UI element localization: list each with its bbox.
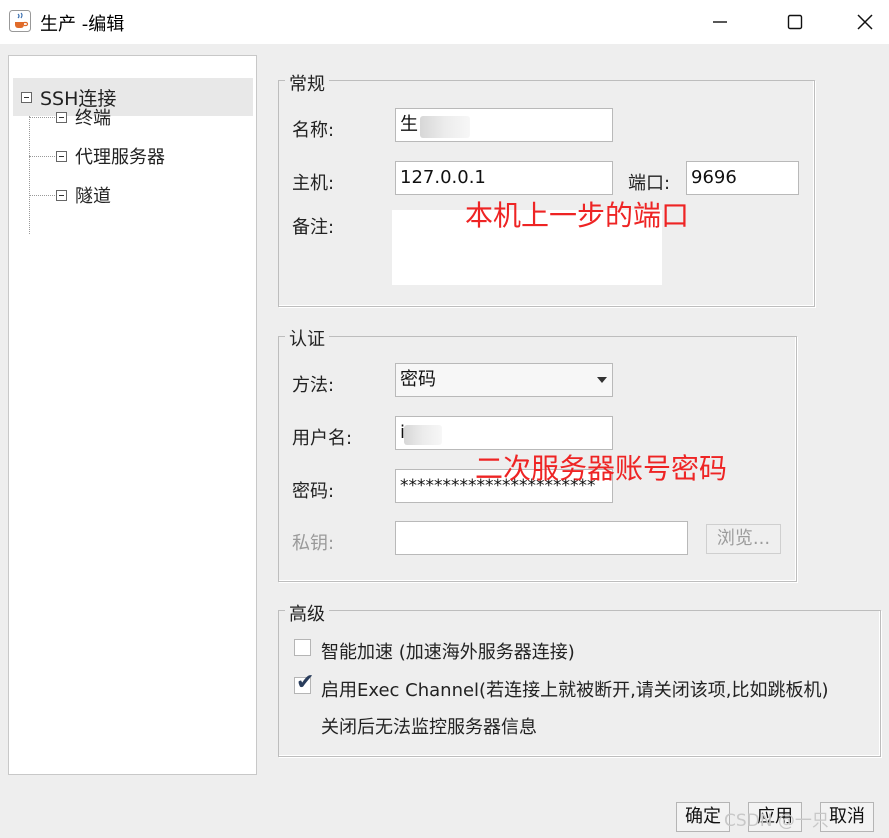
collapse-icon[interactable] bbox=[21, 91, 32, 103]
smart-accel-checkbox[interactable] bbox=[294, 639, 311, 656]
name-value: 生 bbox=[400, 114, 418, 135]
exec-channel-checkbox[interactable]: ✔ bbox=[294, 672, 314, 694]
private-key-label: 私钥: bbox=[292, 533, 335, 554]
host-label: 主机: bbox=[292, 173, 335, 194]
tree-item-ssh[interactable]: SSH连接 bbox=[13, 78, 253, 116]
maximize-button[interactable] bbox=[765, 0, 825, 44]
username-label: 用户名: bbox=[292, 428, 353, 449]
tree-item-terminal[interactable]: 终端 bbox=[56, 100, 111, 134]
window-title: 生产 -编辑 bbox=[40, 14, 125, 35]
close-button[interactable] bbox=[835, 0, 889, 44]
port-field[interactable]: 9696 bbox=[686, 161, 799, 195]
tree-item-label: 终端 bbox=[75, 108, 111, 129]
tree-item-proxy[interactable]: 代理服务器 bbox=[56, 139, 165, 173]
title-bar: 生产 -编辑 bbox=[0, 0, 889, 44]
tree-connector bbox=[29, 116, 30, 234]
browse-button[interactable]: 浏览... bbox=[706, 524, 781, 554]
tree-item-label: 代理服务器 bbox=[75, 147, 165, 168]
maximize-icon bbox=[787, 14, 803, 30]
port-value: 9696 bbox=[691, 167, 737, 188]
tree-item-tunnel[interactable]: 隧道 bbox=[56, 178, 111, 212]
tree-connector bbox=[29, 117, 55, 118]
account-annotation: 二次服务器账号密码 bbox=[475, 452, 728, 485]
checkmark-icon: ✔ bbox=[296, 670, 315, 695]
collapse-icon[interactable] bbox=[56, 189, 67, 201]
smart-accel-label: 智能加速 (加速海外服务器连接) bbox=[321, 642, 575, 663]
auth-group-title: 认证 bbox=[285, 325, 329, 351]
exec-channel-note: 关闭后无法监控服务器信息 bbox=[321, 717, 537, 738]
host-field[interactable]: 127.0.0.1 bbox=[395, 161, 613, 195]
tree-connector bbox=[29, 156, 55, 157]
dropdown-arrow-icon bbox=[597, 377, 607, 383]
password-label: 密码: bbox=[292, 481, 335, 502]
watermark: CSDN @一只 bbox=[724, 811, 829, 831]
close-icon bbox=[857, 14, 873, 30]
general-group-title: 常规 bbox=[285, 70, 329, 96]
private-key-field[interactable] bbox=[395, 521, 688, 555]
exec-channel-label: 启用Exec Channel(若连接上就被断开,请关闭该项,比如跳板机) bbox=[321, 680, 829, 701]
ok-button[interactable]: 确定 bbox=[676, 802, 730, 832]
note-label: 备注: bbox=[292, 217, 335, 238]
method-label: 方法: bbox=[292, 375, 335, 396]
redaction-blur bbox=[420, 116, 470, 138]
port-label: 端口: bbox=[628, 173, 671, 194]
tree-item-label: 隧道 bbox=[75, 186, 111, 207]
minimize-icon bbox=[713, 21, 727, 23]
collapse-icon[interactable] bbox=[56, 111, 67, 123]
advanced-group-title: 高级 bbox=[285, 600, 329, 626]
name-label: 名称: bbox=[292, 120, 335, 141]
java-cup-icon bbox=[9, 10, 31, 32]
port-annotation: 本机上一步的端口 bbox=[465, 199, 690, 232]
method-value: 密码 bbox=[400, 369, 436, 390]
settings-tree: SSH连接 终端 代理服务器 隧道 bbox=[8, 55, 257, 775]
minimize-button[interactable] bbox=[690, 0, 750, 44]
tree-connector bbox=[29, 195, 55, 196]
method-select[interactable]: 密码 bbox=[395, 363, 613, 397]
redaction-blur bbox=[404, 425, 442, 445]
collapse-icon[interactable] bbox=[56, 150, 67, 162]
host-value: 127.0.0.1 bbox=[400, 167, 486, 188]
